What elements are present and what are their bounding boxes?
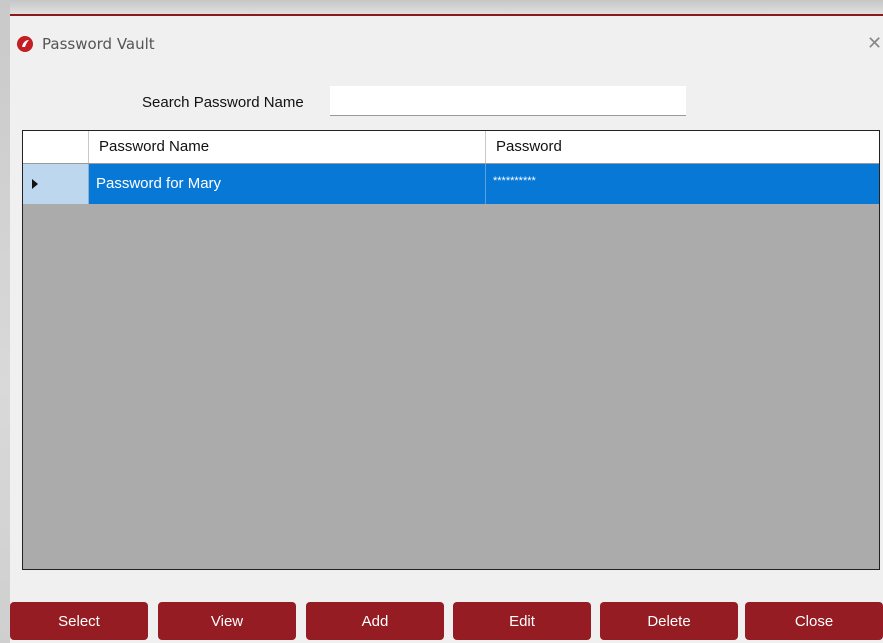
window-title: Password Vault (42, 35, 155, 53)
view-button[interactable]: View (158, 602, 296, 640)
select-button[interactable]: Select (10, 602, 148, 640)
column-header-password[interactable]: Password (486, 131, 879, 163)
row-header[interactable] (23, 164, 89, 204)
app-logo-icon (17, 36, 33, 52)
close-button[interactable]: Close (745, 602, 883, 640)
desktop-background-top (0, 0, 883, 14)
search-label: Search Password Name (142, 94, 304, 111)
delete-button[interactable]: Delete (600, 602, 738, 640)
current-row-arrow-icon (32, 179, 38, 189)
cell-password-name[interactable]: Password for Mary (89, 164, 486, 204)
grid-header: Password Name Password (23, 131, 879, 164)
desktop-background-left (0, 0, 10, 643)
password-vault-window: Password Vault ✕ Search Password Name Pa… (10, 14, 883, 643)
password-grid[interactable]: Password Name Password Password for Mary… (22, 130, 880, 570)
title-bar[interactable]: Password Vault ✕ (10, 16, 883, 68)
table-row[interactable]: Password for Mary ********** (23, 164, 879, 204)
edit-button[interactable]: Edit (453, 602, 591, 640)
close-window-icon[interactable]: ✕ (867, 33, 882, 54)
grid-corner-cell[interactable] (23, 131, 89, 163)
column-header-password-name[interactable]: Password Name (89, 131, 486, 163)
button-bar: Select View Add Edit Delete Close (10, 602, 883, 642)
search-password-name-input[interactable] (330, 86, 686, 116)
cell-password[interactable]: ********** (486, 164, 879, 204)
add-button[interactable]: Add (306, 602, 444, 640)
